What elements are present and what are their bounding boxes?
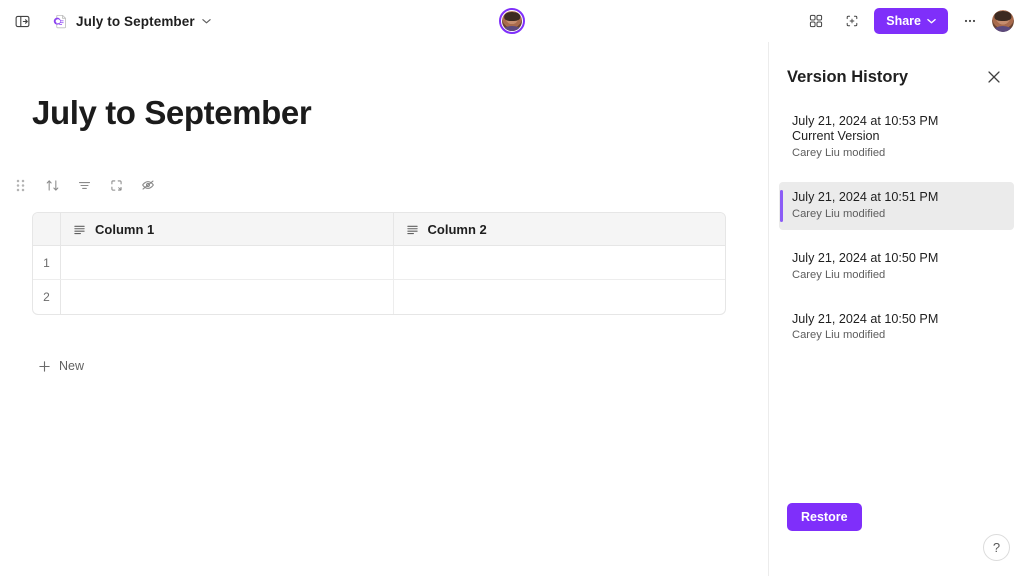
hide-fields-icon[interactable] xyxy=(136,173,160,197)
version-item-2[interactable]: July 21, 2024 at 10:50 PM Carey Liu modi… xyxy=(779,243,1014,291)
restore-button[interactable]: Restore xyxy=(787,503,862,531)
table-row: 1 xyxy=(33,246,725,280)
chevron-down-icon[interactable] xyxy=(202,17,211,26)
table-cell-r1c2[interactable] xyxy=(394,246,726,279)
share-button[interactable]: Share xyxy=(874,8,948,34)
column-header-1[interactable]: Column 1 xyxy=(61,213,394,245)
filter-icon[interactable] xyxy=(72,173,96,197)
table-row: 2 xyxy=(33,280,725,314)
text-column-icon xyxy=(73,223,86,236)
add-row-button[interactable]: New xyxy=(38,359,84,373)
row-number-header xyxy=(33,213,61,245)
sidebar-toggle-icon[interactable] xyxy=(8,7,36,35)
avatar-face xyxy=(992,10,1014,32)
row-number: 1 xyxy=(33,246,61,279)
data-table: Column 1 Column 2 1 2 xyxy=(32,212,726,315)
version-author: Carey Liu modified xyxy=(792,207,886,220)
document-canvas: July to September Column 1 Column 2 1 2 … xyxy=(0,42,768,576)
presence-avatar[interactable] xyxy=(499,8,525,34)
version-author: Carey Liu modified xyxy=(792,146,886,159)
loop-page-icon xyxy=(52,13,69,30)
version-date: July 21, 2024 at 10:50 PM xyxy=(792,312,939,327)
row-number: 2 xyxy=(33,280,61,314)
page-title: July to September xyxy=(32,94,312,131)
version-date: July 21, 2024 at 10:50 PM xyxy=(792,251,939,266)
panel-title: Version History xyxy=(787,67,909,86)
version-item-3[interactable]: July 21, 2024 at 10:50 PM Carey Liu modi… xyxy=(779,304,1014,352)
version-history-header: Version History xyxy=(769,42,1024,90)
version-author: Carey Liu modified xyxy=(792,268,886,281)
table-cell-r1c1[interactable] xyxy=(61,246,394,279)
document-title-chip[interactable]: July to September xyxy=(46,10,217,33)
top-bar: July to September Share xyxy=(0,0,1024,42)
close-icon[interactable] xyxy=(981,64,1007,90)
version-history-panel: Version History July 21, 2024 at 10:53 P… xyxy=(768,42,1024,576)
version-author: Carey Liu modified xyxy=(792,329,886,342)
add-row-label: New xyxy=(59,359,85,373)
top-bar-left: July to September xyxy=(0,7,217,35)
plus-icon xyxy=(38,360,51,373)
version-date: July 21, 2024 at 10:51 PM xyxy=(792,190,939,205)
account-avatar[interactable] xyxy=(992,10,1014,32)
column-header-2-label: Column 2 xyxy=(427,221,487,237)
sort-icon[interactable] xyxy=(40,173,64,197)
avatar-face xyxy=(502,11,522,31)
share-button-label: Share xyxy=(886,14,921,28)
help-button[interactable]: ? xyxy=(983,534,1010,561)
drag-handle-icon[interactable] xyxy=(8,173,32,197)
app-grid-icon[interactable] xyxy=(802,7,830,35)
top-bar-right: Share xyxy=(802,7,1024,35)
document-title-label: July to September xyxy=(76,13,195,29)
column-header-1-label: Column 1 xyxy=(95,221,155,237)
text-column-icon xyxy=(406,223,419,236)
version-list: July 21, 2024 at 10:53 PM Current Versio… xyxy=(769,106,1024,352)
table-cell-r2c2[interactable] xyxy=(394,280,726,314)
expand-icon[interactable] xyxy=(104,173,128,197)
table-cell-r2c1[interactable] xyxy=(61,280,394,314)
table-header-row: Column 1 Column 2 xyxy=(33,213,725,246)
more-options-button[interactable] xyxy=(956,7,984,35)
table-toolbar xyxy=(8,173,160,197)
column-header-2[interactable]: Column 2 xyxy=(394,213,726,245)
chevron-down-icon xyxy=(927,17,936,26)
version-label: Current Version xyxy=(792,129,880,144)
version-item-1[interactable]: July 21, 2024 at 10:51 PM Carey Liu modi… xyxy=(779,182,1014,231)
version-item-0[interactable]: July 21, 2024 at 10:53 PM Current Versio… xyxy=(779,106,1014,169)
focus-mode-icon[interactable] xyxy=(838,7,866,35)
version-date: July 21, 2024 at 10:53 PM xyxy=(792,114,939,128)
